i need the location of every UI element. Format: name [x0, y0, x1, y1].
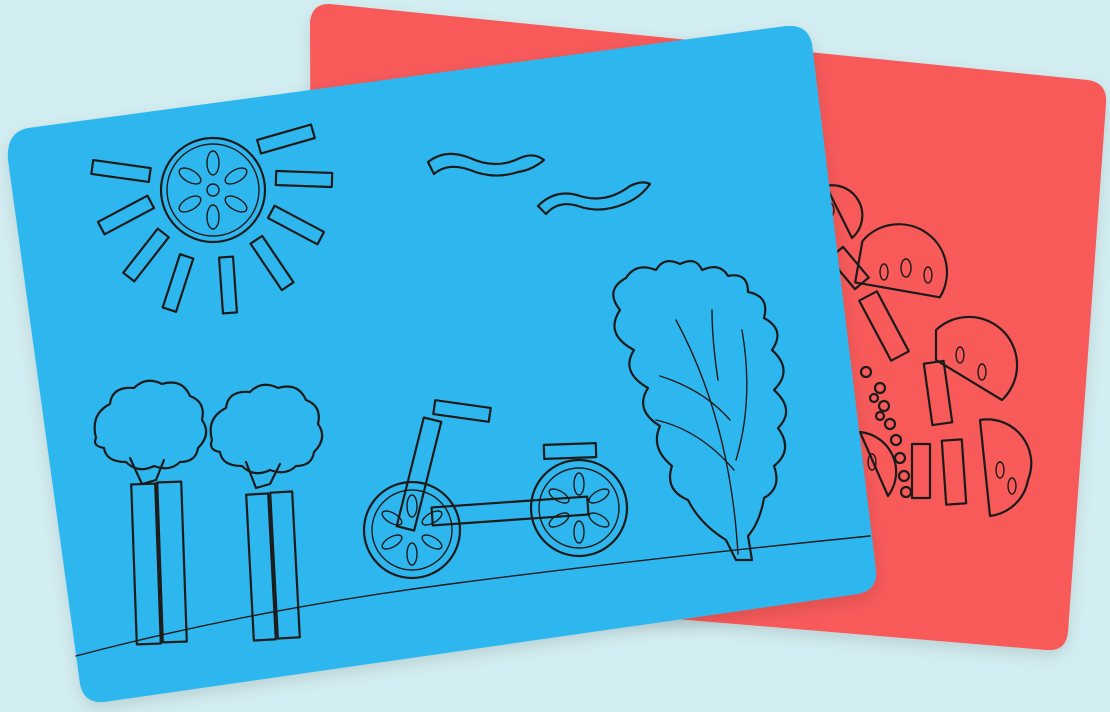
placemat-scene — [7, 3, 1107, 703]
